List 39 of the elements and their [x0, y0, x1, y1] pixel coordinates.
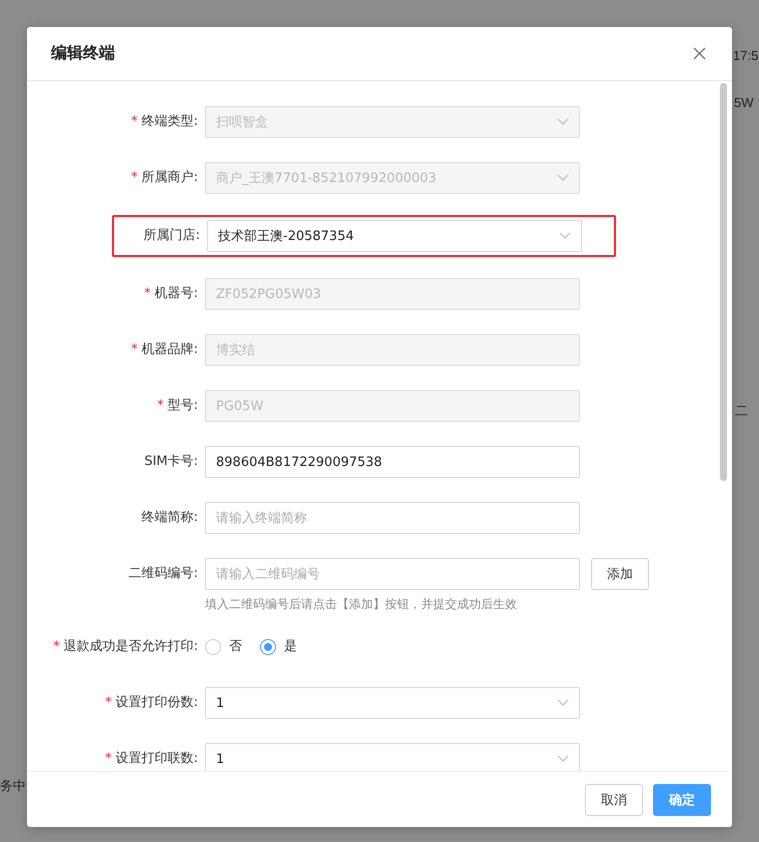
field-label: SIM卡号:	[143, 453, 199, 471]
background-text: 务中	[0, 777, 26, 795]
dialog-title: 编辑终端	[51, 43, 115, 64]
field-label: 终端简称:	[140, 509, 199, 527]
input-field[interactable]: 请输入二维码编号	[205, 558, 580, 590]
radio-label: 否	[229, 638, 242, 656]
radio-option[interactable]: 否	[205, 631, 242, 663]
background-text: 5W	[734, 95, 754, 110]
background-text: 二	[735, 402, 748, 420]
field-label: * 设置打印联数:	[104, 750, 199, 768]
field-label: * 退款成功是否允许打印:	[52, 638, 199, 656]
radio-icon[interactable]	[260, 639, 276, 655]
input-field[interactable]: 请输入终端简称	[205, 502, 580, 534]
field-label: * 机器号:	[143, 285, 199, 303]
cancel-button[interactable]: 取消	[585, 784, 643, 816]
chevron-down-icon	[557, 755, 569, 763]
field-label: 二维码编号:	[128, 565, 199, 583]
hint-text: 填入二维码编号后请点击【添加】按钮，并提交成功后生效	[205, 596, 518, 613]
chevron-down-icon	[557, 174, 569, 182]
field-label: * 所属商户:	[130, 169, 199, 187]
field-label: * 终端类型:	[130, 113, 199, 131]
field-label: * 机器品牌:	[130, 341, 199, 359]
radio-icon[interactable]	[205, 639, 221, 655]
input-field[interactable]: 898604B8172290097538	[205, 446, 580, 478]
chevron-down-icon	[557, 699, 569, 707]
background-text: 17:5	[733, 48, 758, 63]
select-field[interactable]: 1	[205, 743, 580, 771]
radio-label: 是	[284, 638, 297, 656]
scrollbar[interactable]	[720, 83, 727, 481]
field-label: * 型号:	[156, 397, 199, 415]
chevron-down-icon	[559, 232, 571, 240]
add-button[interactable]: 添加	[591, 558, 649, 590]
close-icon[interactable]	[693, 47, 706, 60]
chevron-down-icon	[557, 118, 569, 126]
select-field[interactable]: 1	[205, 687, 580, 719]
select-field[interactable]: 技术部王澳-20587354	[207, 220, 582, 252]
radio-option[interactable]: 是	[260, 631, 297, 663]
field-label: * 设置打印份数:	[104, 694, 199, 712]
field-label: 所属门店:	[142, 227, 201, 245]
